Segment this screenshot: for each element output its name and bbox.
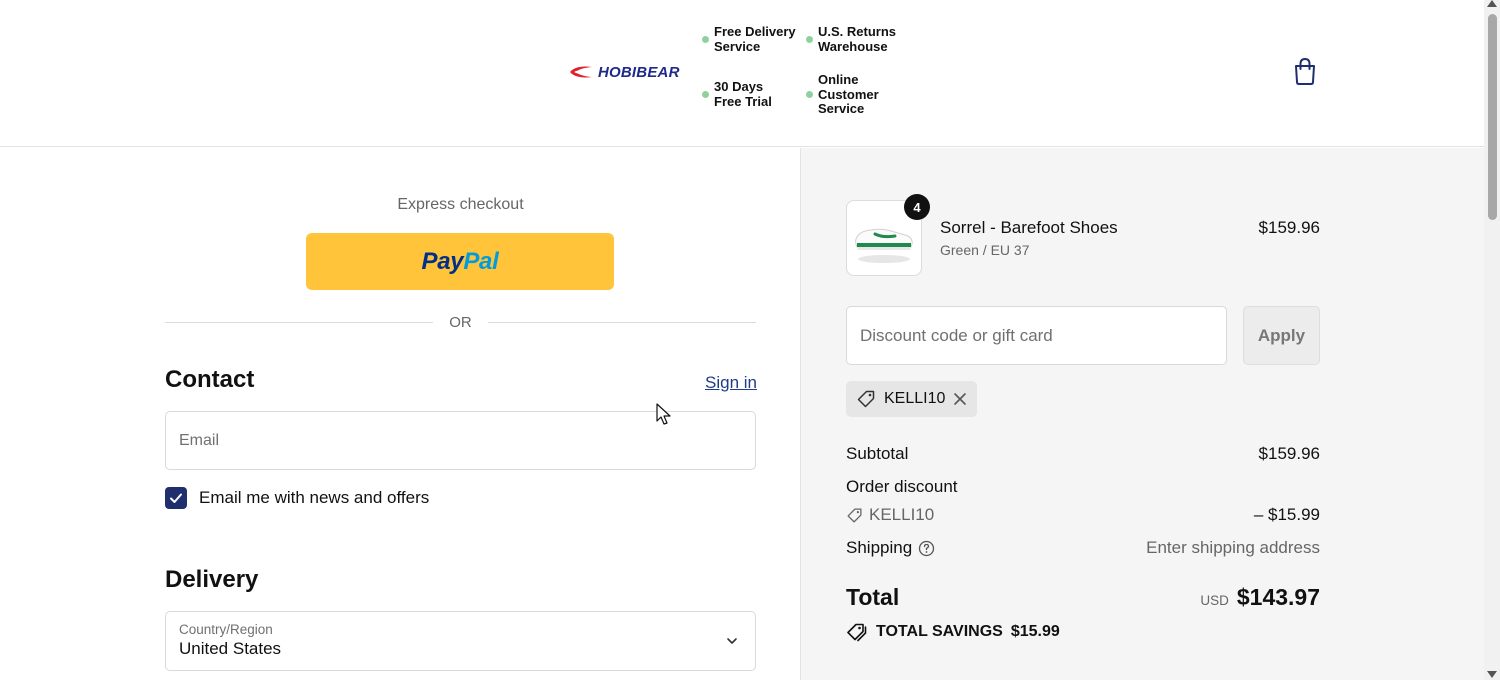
quantity-badge: 4 bbox=[904, 194, 930, 220]
feature-dot-icon bbox=[806, 36, 813, 43]
or-divider: OR bbox=[165, 311, 756, 333]
savings-label: TOTAL SAVINGS bbox=[876, 623, 1003, 640]
checkmark-icon bbox=[170, 493, 182, 503]
total-row: Total USD $143.97 bbox=[846, 584, 1320, 611]
scroll-thumb[interactable] bbox=[1488, 14, 1497, 220]
feature-line: 30 Days bbox=[714, 79, 764, 94]
order-discount-label: Order discount bbox=[846, 477, 958, 496]
order-summary: 4 Sorrel - Barefoot Shoes Green / EU 37 … bbox=[800, 148, 1484, 680]
total-value-group: USD $143.97 bbox=[1200, 584, 1320, 611]
feature-line: Online bbox=[818, 72, 859, 87]
feature-line: U.S. Returns bbox=[818, 24, 897, 39]
newsletter-label: Email me with news and offers bbox=[199, 488, 430, 507]
discount-code-label: KELLI10 bbox=[869, 505, 935, 524]
brand-logo[interactable]: HOBIBEAR bbox=[568, 62, 680, 82]
total-currency: USD bbox=[1200, 593, 1229, 608]
site-header: HOBIBEAR Free Delivery Service U.S. Retur… bbox=[0, 0, 1484, 147]
sign-in-link[interactable]: Sign in bbox=[705, 373, 757, 393]
feature-line: Service bbox=[818, 101, 865, 116]
cart-button[interactable] bbox=[1290, 56, 1320, 86]
feature-dot-icon bbox=[702, 91, 709, 98]
subtotal-value: $159.96 bbox=[1258, 444, 1320, 463]
feature-line: Free Delivery bbox=[714, 24, 796, 39]
newsletter-option[interactable]: Email me with news and offers bbox=[165, 487, 429, 509]
checkout-form: Express checkout PayPal OR Contact Sign … bbox=[0, 148, 800, 680]
discount-code-row: KELLI10 – $15.99 bbox=[846, 505, 1320, 525]
feature-list: Free Delivery Service U.S. Returns Warehou… bbox=[700, 24, 920, 125]
feature-line: Customer bbox=[818, 86, 879, 102]
feature-free-trial: 30 Days Free Trial bbox=[702, 79, 772, 109]
divider-line bbox=[165, 321, 434, 323]
discount-code-tag: KELLI10 bbox=[846, 505, 934, 525]
or-label: OR bbox=[449, 313, 472, 331]
chevron-down-icon bbox=[727, 638, 737, 644]
discount-amount: – $15.99 bbox=[1253, 505, 1320, 524]
savings-value: $15.99 bbox=[1010, 623, 1060, 640]
feature-dot-icon bbox=[806, 91, 813, 98]
total-savings: TOTAL SAVINGS $15.99 bbox=[846, 622, 1060, 642]
shipping-label-group: Shipping bbox=[846, 538, 935, 558]
country-select-label: Country/Region bbox=[179, 622, 273, 637]
paypal-logo: PayPal bbox=[422, 248, 499, 276]
mouse-cursor-icon bbox=[656, 403, 671, 425]
shipping-value: Enter shipping address bbox=[1146, 538, 1320, 557]
remove-discount-button[interactable] bbox=[953, 392, 967, 406]
country-select-value: United States bbox=[179, 639, 282, 658]
scroll-down-arrow-icon[interactable] bbox=[1487, 671, 1497, 678]
feature-dot-icon bbox=[702, 36, 709, 43]
shipping-label: Shipping bbox=[846, 538, 913, 557]
subtotal-row: Subtotal $159.96 bbox=[846, 444, 1320, 464]
page-scrollbar[interactable] bbox=[1484, 0, 1500, 680]
total-label: Total bbox=[846, 584, 900, 610]
express-checkout-label: Express checkout bbox=[397, 196, 524, 213]
discount-code-input[interactable] bbox=[846, 306, 1227, 365]
product-name: Sorrel - Barefoot Shoes bbox=[940, 218, 1118, 237]
product-price: $159.96 bbox=[1258, 218, 1320, 237]
close-icon bbox=[954, 393, 967, 405]
divider-line bbox=[487, 321, 756, 323]
feature-us-returns: U.S. Returns Warehouse bbox=[806, 24, 897, 54]
paypal-pay: Pay bbox=[421, 247, 464, 275]
feature-line: Free Trial bbox=[714, 93, 772, 109]
paypal-button[interactable]: PayPal bbox=[306, 233, 614, 290]
apply-discount-button[interactable]: Apply bbox=[1243, 306, 1320, 365]
tag-icon bbox=[857, 390, 875, 408]
feature-line: Service bbox=[714, 38, 761, 54]
paypal-pal: Pal bbox=[463, 247, 499, 275]
feature-free-delivery: Free Delivery Service bbox=[702, 24, 796, 54]
brand-logo-mark-icon bbox=[570, 66, 592, 78]
help-icon[interactable] bbox=[918, 540, 935, 557]
tag-icon bbox=[847, 507, 862, 523]
shopping-bag-icon bbox=[1295, 57, 1315, 85]
tags-icon bbox=[847, 623, 867, 642]
brand-name: HOBIBEAR bbox=[598, 63, 680, 81]
subtotal-label: Subtotal bbox=[846, 444, 909, 463]
delivery-title: Delivery bbox=[165, 566, 259, 593]
shipping-row: Shipping Enter shipping address bbox=[846, 538, 1320, 558]
applied-discount-code: KELLI10 bbox=[884, 390, 946, 407]
total-amount: $143.97 bbox=[1236, 584, 1320, 610]
country-select[interactable]: Country/Region United States bbox=[165, 611, 756, 671]
newsletter-checkbox[interactable] bbox=[165, 487, 187, 509]
scroll-up-arrow-icon[interactable] bbox=[1487, 0, 1497, 7]
feature-line: Warehouse bbox=[818, 38, 888, 54]
product-variant: Green / EU 37 bbox=[940, 242, 1030, 258]
contact-title: Contact bbox=[165, 366, 255, 393]
feature-customer-service: Online Customer Service bbox=[806, 72, 879, 117]
order-discount-row: Order discount bbox=[846, 477, 1320, 497]
applied-discount-chip: KELLI10 bbox=[846, 381, 978, 417]
